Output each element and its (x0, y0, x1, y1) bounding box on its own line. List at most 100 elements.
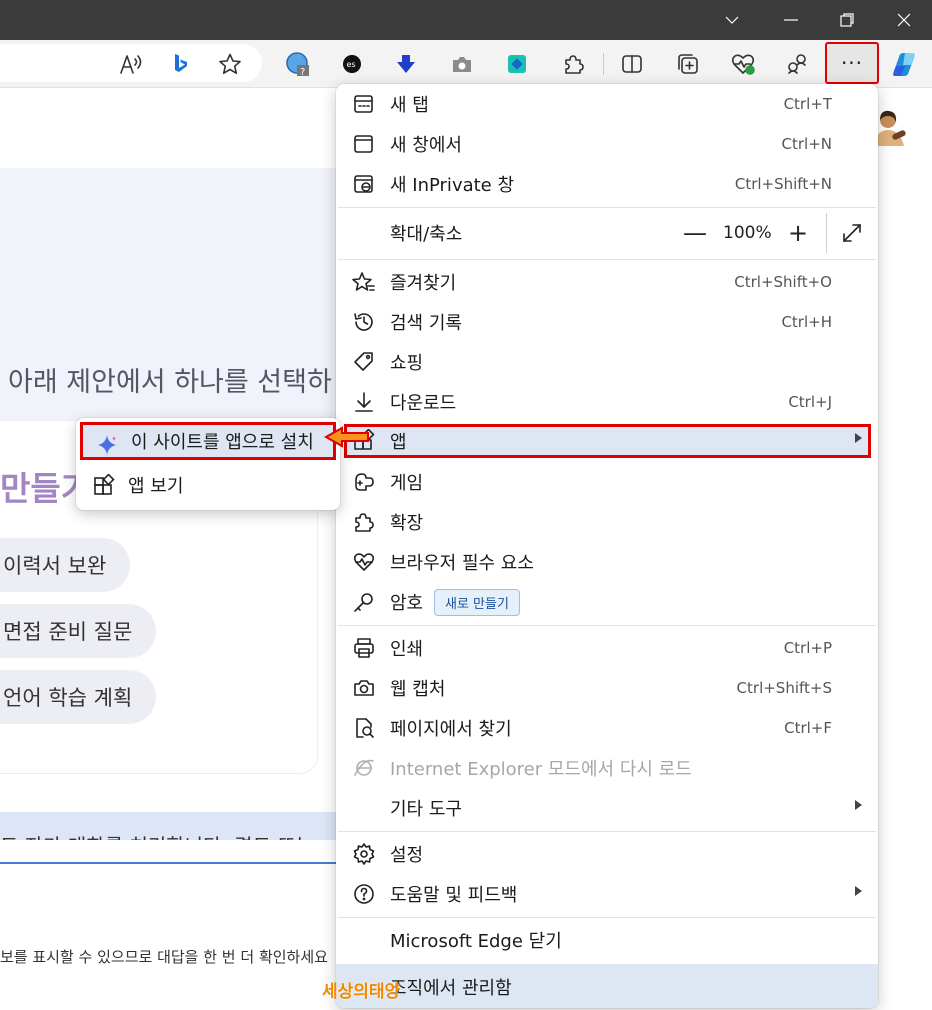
chat-input-underline[interactable] (0, 862, 340, 864)
shopping-tag-icon (352, 350, 376, 374)
find-in-page-icon (352, 716, 376, 740)
menu-item-new-tab[interactable]: 새 탭 Ctrl+T (338, 84, 876, 124)
menu-item-browser-essentials[interactable]: 브라우저 필수 요소 (338, 542, 876, 582)
menu-label: 페이지에서 찾기 (390, 719, 512, 740)
submenu-label: 앱 보기 (128, 476, 184, 497)
menu-item-zoom: 확대/축소 — 100% + (338, 213, 876, 253)
menu-label: 기타 도구 (390, 799, 462, 820)
settings-and-more-menu: 새 탭 Ctrl+T 새 창에서 Ctrl+N 새 InPrivate 창 Ct… (336, 84, 878, 1008)
read-aloud-icon[interactable] (115, 48, 147, 80)
menu-item-games[interactable]: 게임 (338, 462, 876, 502)
new-tab-icon (352, 92, 376, 116)
menu-item-passwords[interactable]: 암호 새로 만들기 (338, 582, 876, 622)
internet-explorer-icon (352, 756, 376, 780)
zoom-in-button[interactable]: + (788, 219, 808, 247)
menu-shortcut: Ctrl+F (784, 719, 832, 737)
menu-item-web-capture[interactable]: 웹 캡처 Ctrl+Shift+S (338, 668, 876, 708)
menu-label: 다운로드 (390, 393, 457, 414)
new-window-icon (352, 132, 376, 156)
submenu-arrow-icon (855, 800, 862, 810)
games-icon (352, 470, 376, 494)
menu-divider (338, 625, 876, 626)
submenu-arrow-icon (855, 433, 862, 443)
suggestion-pill[interactable]: 언어 학습 계획 (0, 670, 156, 724)
browser-toolbar: ? es ··· (0, 40, 932, 88)
menu-label: 브라우저 필수 요소 (390, 553, 534, 574)
menu-label: 즐겨찾기 (390, 273, 457, 294)
menu-item-find[interactable]: 페이지에서 찾기 Ctrl+F (338, 708, 876, 748)
es-extension-icon[interactable]: es (336, 48, 368, 80)
menu-label: 설정 (390, 845, 424, 866)
download-icon (352, 390, 376, 414)
menu-item-history[interactable]: 검색 기록 Ctrl+H (338, 302, 876, 342)
submenu-item-install-site[interactable]: 이 사이트를 앱으로 설치 (80, 422, 336, 460)
menu-shortcut: Ctrl+Shift+S (736, 679, 832, 697)
menu-label: Microsoft Edge 닫기 (390, 931, 562, 952)
menu-item-new-window[interactable]: 새 창에서 Ctrl+N (338, 124, 876, 164)
menu-item-close-edge[interactable]: Microsoft Edge 닫기 (338, 920, 876, 960)
menu-label: 새 창에서 (390, 135, 462, 156)
notice-text: 트 자가 대화를 처리합니다. 겸토 또는 (0, 830, 314, 840)
menu-item-more-tools[interactable]: 기타 도구 (338, 788, 876, 828)
menu-item-ie-mode[interactable]: Internet Explorer 모드에서 다시 로드 (338, 748, 876, 788)
heart-pulse-icon (352, 550, 376, 574)
zoom-out-button[interactable]: — (683, 219, 707, 247)
menu-label: 새 탭 (390, 95, 429, 116)
title-bar (0, 0, 932, 40)
menu-item-favorites[interactable]: 즐겨찾기 Ctrl+Shift+O (338, 262, 876, 302)
menu-divider (338, 207, 876, 208)
menu-label: 확대/축소 (390, 224, 463, 245)
menu-label: 확장 (390, 513, 424, 534)
menu-item-settings[interactable]: 설정 (338, 834, 876, 874)
apps-submenu: 이 사이트를 앱으로 설치 앱 보기 (76, 418, 340, 510)
favorite-star-icon[interactable] (214, 48, 246, 80)
settings-and-more-button[interactable]: ··· (825, 42, 879, 84)
extensions-puzzle-icon (352, 510, 376, 534)
printer-icon (352, 636, 376, 660)
menu-item-managed[interactable]: 조직에서 관리함 (336, 964, 878, 1008)
menu-label: 게임 (390, 473, 424, 494)
menu-item-shopping[interactable]: 쇼핑 (338, 342, 876, 382)
tab-actions-chevron-icon[interactable] (704, 0, 760, 40)
history-clock-icon (352, 310, 376, 334)
inprivate-icon (352, 172, 376, 196)
fullscreen-icon[interactable] (840, 221, 864, 249)
bing-icon[interactable] (165, 48, 197, 80)
teal-extension-icon[interactable] (501, 48, 533, 80)
settings-gear-icon (352, 842, 376, 866)
menu-item-help[interactable]: 도움말 및 피드백 (338, 874, 876, 914)
extensions-puzzle-icon[interactable] (557, 48, 589, 80)
toolbar-divider (603, 53, 604, 75)
suggestion-pill[interactable]: 이력서 보완 (0, 538, 130, 592)
submenu-item-view-apps[interactable]: 앱 보기 (80, 466, 336, 504)
menu-shortcut: Ctrl+N (781, 135, 832, 153)
help-question-icon (352, 882, 376, 906)
menu-item-apps[interactable]: 앱 (338, 421, 876, 461)
suggestion-pill[interactable]: 면접 준비 질문 (0, 604, 156, 658)
copilot-icon[interactable] (889, 48, 921, 80)
submenu-arrow-icon (855, 886, 862, 896)
watermark-text: 세상의태양 (322, 982, 401, 1002)
camera-extension-icon[interactable] (446, 48, 478, 80)
browser-essentials-icon[interactable] (727, 48, 759, 80)
extension-download-icon[interactable]: ? (282, 48, 314, 80)
menu-item-downloads[interactable]: 다운로드 Ctrl+J (338, 382, 876, 422)
menu-item-new-inprivate[interactable]: 새 InPrivate 창 Ctrl+Shift+N (338, 164, 876, 204)
menu-label: 검색 기록 (390, 313, 462, 334)
collections-icon[interactable] (672, 48, 704, 80)
menu-item-extensions[interactable]: 확장 (338, 502, 876, 542)
restore-button[interactable] (819, 0, 875, 40)
notice-bar: 트 자가 대화를 처리합니다. 겸토 또는 (0, 812, 340, 840)
menu-divider (338, 831, 876, 832)
menu-label: 새 InPrivate 창 (390, 175, 515, 196)
performance-icon[interactable] (782, 48, 814, 80)
download-arrow-extension-icon[interactable] (390, 48, 422, 80)
menu-item-print[interactable]: 인쇄 Ctrl+P (338, 628, 876, 668)
menu-label: 도움말 및 피드백 (390, 885, 518, 906)
close-window-button[interactable] (876, 0, 932, 40)
menu-shortcut: Ctrl+H (781, 313, 832, 331)
menu-label: 쇼핑 (390, 353, 424, 374)
split-screen-icon[interactable] (616, 48, 648, 80)
minimize-button[interactable] (763, 0, 819, 40)
new-badge[interactable]: 새로 만들기 (434, 589, 520, 616)
